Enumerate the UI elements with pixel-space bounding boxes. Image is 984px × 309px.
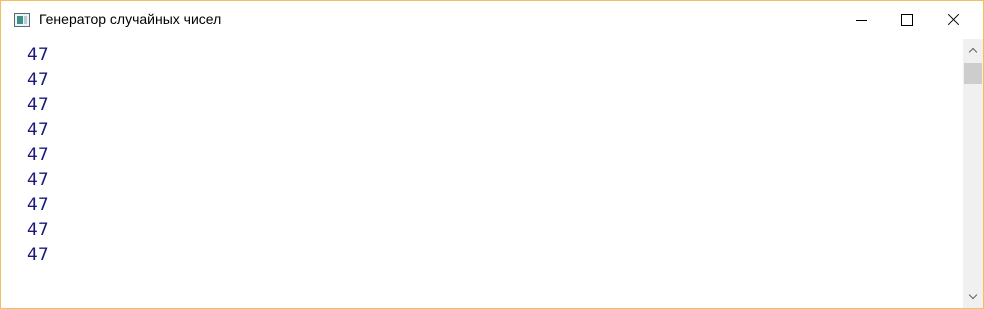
window-title: Генератор случайных чисел [39,11,222,27]
minimize-icon [856,20,867,21]
app-window: Генератор случайных чисел 47 47 47 47 47… [0,0,984,309]
number-item: 47 [27,195,49,215]
maximize-icon [901,14,913,26]
title-bar[interactable]: Генератор случайных чисел [1,1,983,39]
number-item: 47 [27,70,49,90]
number-item: 47 [27,245,49,265]
number-item: 47 [27,145,49,165]
chevron-down-icon [968,290,978,300]
scroll-up-button[interactable] [963,41,983,59]
number-item: 47 [27,220,49,240]
vertical-scrollbar[interactable] [963,39,983,308]
scrollbar-thumb[interactable] [964,63,982,84]
number-item: 47 [27,95,49,115]
app-icon [14,13,30,27]
chevron-up-icon [968,47,978,57]
maximize-button[interactable] [884,1,930,39]
numbers-list: 47 47 47 47 47 47 47 47 47 [27,43,49,268]
number-item: 47 [27,45,49,65]
number-item: 47 [27,120,49,140]
close-button[interactable] [930,1,976,39]
scroll-down-button[interactable] [963,288,983,306]
number-item: 47 [27,170,49,190]
numbers-output-area[interactable]: 47 47 47 47 47 47 47 47 47 [1,39,963,308]
minimize-button[interactable] [838,1,884,39]
